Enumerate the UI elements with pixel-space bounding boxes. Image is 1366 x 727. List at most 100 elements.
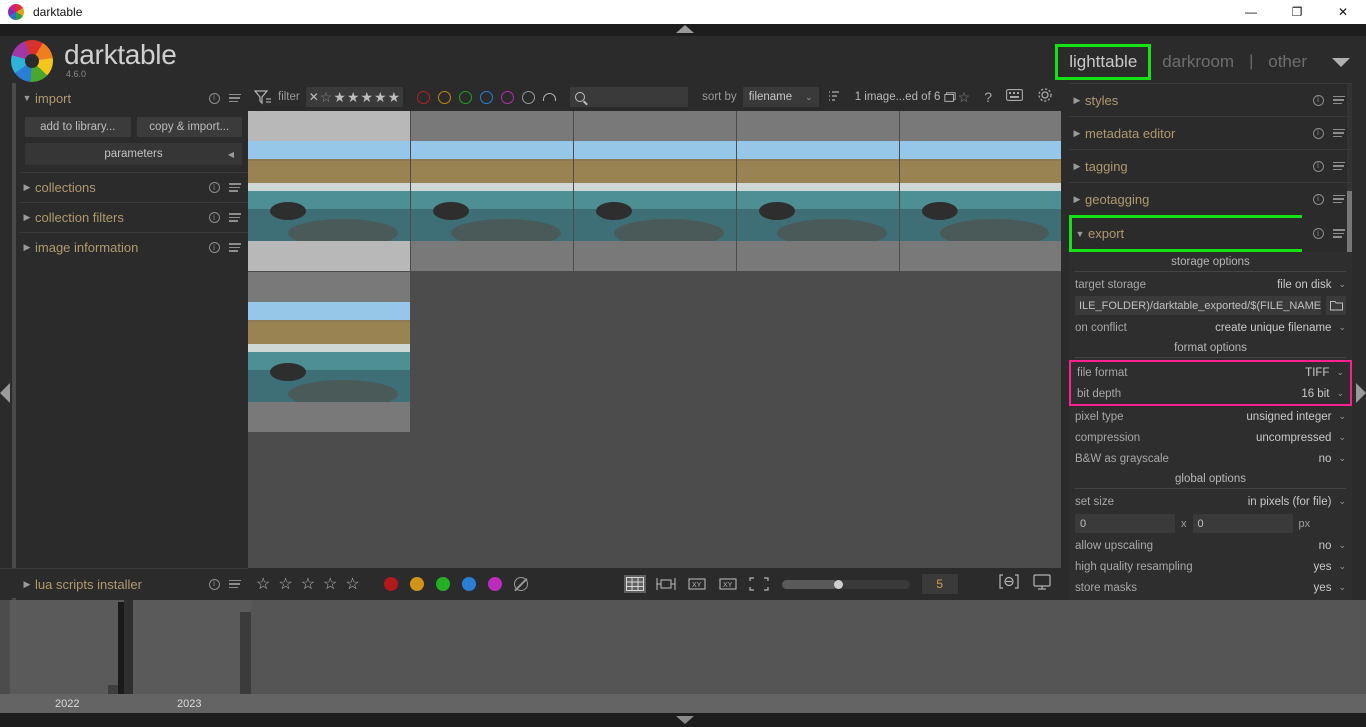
lighttable-grid[interactable] (248, 111, 1061, 568)
info-icon[interactable]: i (1312, 94, 1324, 106)
color-filter-yellow[interactable] (438, 90, 452, 104)
right-panel-collapse-arrow-icon[interactable] (1356, 383, 1366, 403)
clear-color-label-icon[interactable] (513, 577, 528, 591)
file-format-row[interactable]: file format TIFF ⌄ (1071, 362, 1350, 383)
color-label-blue[interactable] (461, 577, 476, 591)
zoom-slider[interactable] (781, 579, 910, 589)
thumbnail-cell[interactable] (574, 111, 736, 271)
top-panel-collapse-arrow-icon[interactable] (676, 25, 694, 33)
sidebar-item-image-information[interactable]: ▶ image information i (19, 232, 248, 262)
hq-resampling-row[interactable]: high quality resampling yes ⌄ (1069, 556, 1352, 577)
set-rating-star-5[interactable]: ☆ (345, 574, 359, 594)
thumbnail-cell[interactable] (411, 111, 573, 271)
shortcuts-icon[interactable] (1006, 88, 1023, 106)
store-masks-row[interactable]: store masks yes ⌄ (1069, 577, 1352, 598)
target-storage-row[interactable]: target storage file on disk ⌄ (1069, 274, 1352, 295)
color-label-yellow[interactable] (409, 577, 424, 591)
gear-icon[interactable] (1037, 87, 1053, 108)
info-icon[interactable]: i (1312, 160, 1324, 172)
layout-fullpreview-icon[interactable] (748, 575, 770, 593)
view-tab-other[interactable]: other (1257, 47, 1318, 77)
thumbnail-cell[interactable] (737, 111, 899, 271)
rating-filter-widget[interactable]: ✕ ☆ ★ ★ ★ ★ ★ (305, 87, 404, 107)
info-icon[interactable]: i (1312, 127, 1324, 139)
close-button[interactable]: ✕ (1320, 0, 1366, 24)
export-path-input[interactable]: ILE_FOLDER)/darktable_exported/$(FILE_NA… (1075, 296, 1321, 315)
presets-menu-icon[interactable] (229, 212, 241, 224)
parameters-button[interactable]: parameters ◀ (25, 143, 242, 165)
info-icon[interactable]: i (208, 92, 220, 104)
rating-star-2[interactable]: ★ (347, 90, 360, 104)
presets-menu-icon[interactable] (1333, 94, 1345, 106)
filter-funnel-icon[interactable] (253, 89, 272, 105)
help-icon[interactable]: ? (984, 89, 992, 105)
timeline[interactable]: 2022 2023 (0, 600, 1366, 713)
on-conflict-row[interactable]: on conflict create unique filename ⌄ (1069, 317, 1352, 338)
sidebar-item-collection-filters[interactable]: ▶ collection filters i (19, 202, 248, 232)
presets-menu-icon[interactable] (1333, 160, 1345, 172)
rating-star-1[interactable]: ★ (333, 90, 346, 104)
rating-star-5[interactable]: ★ (388, 90, 401, 104)
sidebar-item-export[interactable]: ▼ export (1069, 215, 1302, 252)
copy-and-import-button[interactable]: copy & import... (136, 117, 242, 137)
left-panel-collapse-arrow-icon[interactable] (0, 383, 10, 403)
bit-depth-row[interactable]: bit depth 16 bit ⌄ (1071, 383, 1350, 404)
zoom-slider-handle[interactable] (833, 579, 843, 589)
color-filter-purple[interactable] (501, 90, 515, 104)
info-icon[interactable]: i (1312, 228, 1324, 240)
color-label-red[interactable] (383, 577, 398, 591)
rating-toolbar-star-icon[interactable]: ☆ (958, 90, 971, 104)
presets-menu-icon[interactable] (229, 242, 241, 254)
sidebar-item-collections[interactable]: ▶ collections i (19, 172, 248, 202)
color-filter-green[interactable] (459, 90, 473, 104)
bw-grayscale-row[interactable]: B&W as grayscale no ⌄ (1069, 448, 1352, 469)
sidebar-item-metadata-editor[interactable]: ▶ metadata editor i (1069, 116, 1352, 149)
zoom-level-value[interactable]: 5 (921, 574, 958, 594)
sidebar-item-lua-scripts-installer[interactable]: ▶ lua scripts installer i (19, 569, 248, 599)
sidebar-item-geotagging[interactable]: ▶ geotagging i (1069, 182, 1352, 215)
thumbnail-cell[interactable] (248, 272, 410, 432)
set-rating-star-1[interactable]: ☆ (256, 574, 270, 594)
presets-menu-icon[interactable] (1333, 228, 1345, 240)
sort-by-select[interactable]: filename ⌄ (742, 87, 819, 107)
presets-menu-icon[interactable] (229, 578, 241, 590)
color-filter-red[interactable] (417, 90, 431, 104)
compression-row[interactable]: compression uncompressed ⌄ (1069, 427, 1352, 448)
bottom-panel-collapse-arrow-icon[interactable] (676, 716, 694, 724)
presets-menu-icon[interactable] (1333, 193, 1345, 205)
set-size-row[interactable]: set size in pixels (for file) ⌄ (1069, 491, 1352, 512)
presets-menu-icon[interactable] (229, 92, 241, 104)
pixel-type-row[interactable]: pixel type unsigned integer ⌄ (1069, 406, 1352, 427)
layout-culling-dynamic-icon[interactable]: XY (717, 575, 739, 593)
rating-reject-icon[interactable]: ✕ (309, 90, 319, 104)
layout-filemanager-icon[interactable] (623, 575, 646, 593)
maximize-button[interactable]: ❐ (1274, 0, 1320, 24)
stack-images-icon[interactable] (944, 91, 956, 103)
sidebar-item-tagging[interactable]: ▶ tagging i (1069, 149, 1352, 182)
view-dropdown-caret-icon[interactable] (1332, 57, 1350, 67)
layout-culling-icon[interactable]: XY (686, 575, 708, 593)
color-filter-any-icon[interactable] (543, 93, 557, 101)
display-profile-icon[interactable] (1033, 573, 1051, 595)
allow-upscaling-row[interactable]: allow upscaling no ⌄ (1069, 535, 1352, 556)
info-icon[interactable]: i (208, 578, 220, 590)
thumbnail-cell[interactable] (900, 111, 1061, 271)
color-label-green[interactable] (435, 577, 450, 591)
sidebar-item-import[interactable]: ▼ import i (19, 83, 248, 113)
color-filter-blue[interactable] (480, 90, 494, 104)
rating-star-4[interactable]: ★ (374, 90, 387, 104)
color-filter-gray[interactable] (522, 90, 536, 104)
layout-zoomable-icon[interactable] (655, 575, 677, 593)
view-tab-darkroom[interactable]: darkroom (1151, 47, 1245, 77)
presets-menu-icon[interactable] (229, 182, 241, 194)
color-label-purple[interactable] (487, 577, 502, 591)
height-input[interactable]: 0 (1192, 514, 1293, 533)
set-rating-star-3[interactable]: ☆ (301, 574, 315, 594)
add-to-library-button[interactable]: add to library... (25, 117, 131, 137)
info-icon[interactable]: i (208, 212, 220, 224)
left-panel-scrollbar[interactable] (12, 83, 16, 600)
info-icon[interactable]: i (208, 242, 220, 254)
thumbnail-cell[interactable] (248, 111, 410, 271)
minimize-button[interactable]: — (1228, 0, 1274, 24)
set-rating-star-4[interactable]: ☆ (323, 574, 337, 594)
